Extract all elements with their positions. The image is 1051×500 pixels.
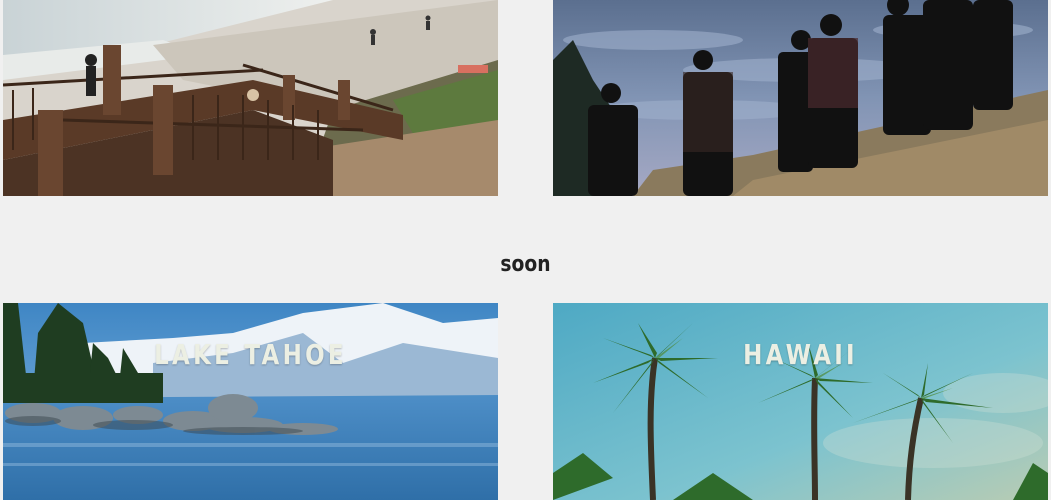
- destination-card-beach[interactable]: [3, 0, 498, 196]
- destination-card-clouds[interactable]: [553, 0, 1048, 196]
- lake-tahoe-photo: [3, 303, 498, 500]
- destination-card-hawaii[interactable]: HAWAII: [553, 303, 1048, 500]
- card-title-lake-tahoe: LAKE TAHOE: [154, 338, 347, 371]
- people-above-clouds-photo: [553, 0, 1048, 196]
- beach-stairs-photo: [3, 0, 498, 196]
- section-label: soon: [500, 252, 551, 277]
- destination-card-lake-tahoe[interactable]: LAKE TAHOE: [3, 303, 498, 500]
- card-title-hawaii: HAWAII: [743, 338, 858, 371]
- hawaii-palms-photo: [553, 303, 1048, 500]
